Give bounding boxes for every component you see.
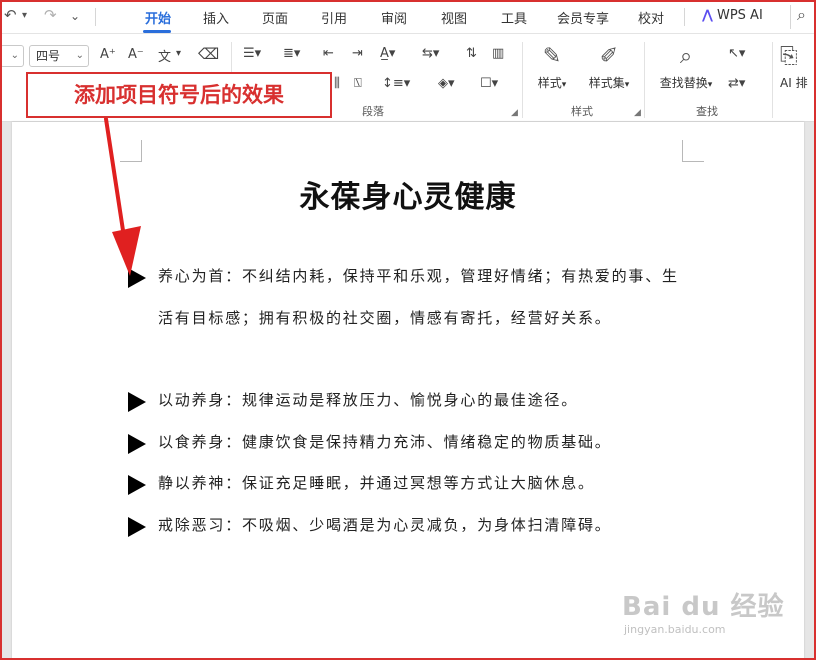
document-workspace: 永葆身心灵健康 养心为首：不纠结内耗，保持平和乐观，管理好情绪；有热爱的事、生活…: [0, 122, 816, 660]
chevron-down-icon: ⌄: [10, 50, 19, 61]
bullet-triangle-icon: [128, 475, 146, 495]
ai-layout-button[interactable]: ⎘ AI 排: [780, 44, 816, 91]
undo-dropdown-icon[interactable]: ▾: [22, 10, 27, 21]
watermark-brand: Bai du 经验: [622, 592, 785, 622]
tab-references[interactable]: 引用: [321, 8, 347, 27]
tab-insert[interactable]: 插入: [203, 8, 229, 27]
style-set-icon: ✐: [599, 44, 619, 69]
divider: [644, 42, 645, 118]
tab-review[interactable]: 审阅: [381, 8, 407, 27]
sort-icon[interactable]: ⇅: [466, 46, 477, 61]
watermark-url: jingyan.baidu.com: [624, 623, 726, 636]
style-set-button[interactable]: ✐ 样式集▾: [583, 44, 635, 91]
redo-icon[interactable]: ↷: [44, 6, 57, 24]
ai-doc-icon: ⎘: [780, 44, 798, 69]
search-icon[interactable]: ⌕: [790, 5, 816, 29]
grow-font-icon[interactable]: A⁺: [100, 47, 116, 62]
tab-proofread[interactable]: 校对: [638, 8, 664, 27]
decrease-indent-icon[interactable]: ⇤: [323, 46, 334, 61]
shrink-font-icon[interactable]: A⁻: [128, 47, 144, 62]
list-item[interactable]: 以食养身：健康饮食是保持精力充沛、情绪稳定的物质基础。: [128, 432, 688, 464]
style-group-label: 样式: [571, 105, 593, 118]
list-item[interactable]: 静以养神：保证充足睡眠，并通过冥想等方式让大脑休息。: [128, 473, 688, 505]
font-size-value: 四号: [36, 49, 61, 63]
tab-tools[interactable]: 工具: [501, 8, 527, 27]
line-spacing-icon[interactable]: ↕≡▾: [382, 76, 410, 91]
list-item-text: 戒除恶习：不吸烟、少喝酒是为心灵减负，为身体扫清障碍。: [158, 516, 612, 534]
quick-access-more-icon[interactable]: ⌄: [70, 9, 80, 23]
bullet-triangle-icon: [128, 517, 146, 537]
list-item-text: 以食养身：健康饮食是保持精力充沛、情绪稳定的物质基础。: [158, 433, 612, 451]
find-group-label: 查找: [696, 105, 718, 118]
list-item[interactable]: 以动养身：规律运动是释放压力、愉悦身心的最佳途径。: [128, 390, 688, 422]
column-icon[interactable]: ▥: [492, 46, 504, 61]
pinyin-guide-icon[interactable]: 文: [158, 46, 171, 65]
margin-corner-mark: [120, 140, 142, 162]
divider: [684, 8, 685, 26]
document-title[interactable]: 永葆身心灵健康: [12, 172, 804, 216]
paragraph-spacing-icon[interactable]: ⍂: [354, 76, 362, 91]
paragraph-group-label: 段落: [362, 105, 384, 118]
increase-indent-icon[interactable]: ⇥: [352, 46, 363, 61]
magnifier-icon: ⌕: [679, 44, 693, 69]
tab-home[interactable]: 开始: [145, 8, 171, 27]
margin-corner-mark: [682, 140, 704, 162]
watermark: Bai du 经验 jingyan.baidu.com: [622, 586, 785, 636]
list-item[interactable]: 养心为首：不纠结内耗，保持平和乐观，管理好情绪；有热爱的事、生活有目标感；拥有积…: [128, 266, 688, 339]
divider: [522, 42, 523, 118]
bullet-triangle-icon: [128, 392, 146, 412]
divider: [95, 8, 96, 26]
divider: [772, 42, 773, 118]
style-dialog-icon[interactable]: ◢: [634, 108, 641, 118]
tab-member[interactable]: 会员专享: [557, 8, 609, 27]
font-size-combo[interactable]: 四号 ⌄: [29, 45, 89, 67]
bullet-triangle-icon: [128, 268, 146, 288]
wps-ai-label: WPS AI: [716, 8, 763, 23]
list-item-text: 以动养身：规律运动是释放压力、愉悦身心的最佳途径。: [158, 391, 579, 409]
paragraph-dialog-icon[interactable]: ◢: [511, 108, 518, 118]
select-cursor-icon[interactable]: ↖▾: [728, 46, 745, 61]
menu-bar: ↶ ▾ ↷ ⌄ 开始 插入 页面 引用 审阅 视图 工具 会员专享 校对 ⋀ WP…: [0, 0, 816, 34]
wps-ai-button[interactable]: ⋀ WPS AI: [702, 8, 763, 23]
tab-view[interactable]: 视图: [441, 8, 467, 27]
undo-icon[interactable]: ↶: [4, 6, 17, 24]
list-item-text: 静以养神：保证充足睡眠，并通过冥想等方式让大脑休息。: [158, 474, 595, 492]
bullet-list-icon[interactable]: ☰▾: [243, 46, 261, 61]
ai-layout-label: AI 排: [780, 76, 808, 90]
styles-button[interactable]: ✎ 样式▾: [532, 44, 572, 91]
active-tab-indicator: [143, 30, 171, 33]
find-replace-button[interactable]: ⌕ 查找替换▾: [655, 44, 717, 91]
list-item[interactable]: 戒除恶习：不吸烟、少喝酒是为心灵减负，为身体扫清障碍。: [128, 515, 688, 547]
list-item-text: 养心为首：不纠结内耗，保持平和乐观，管理好情绪；有热爱的事、生活有目标感；拥有积…: [158, 267, 679, 327]
shading-icon[interactable]: ◈▾: [438, 76, 455, 91]
chevron-down-icon[interactable]: ▾: [176, 48, 181, 59]
styles-button-label: 样式: [537, 76, 562, 90]
align-distributed-icon[interactable]: ⫼: [334, 76, 340, 91]
chevron-down-icon: ⌄: [75, 50, 84, 61]
wps-ai-logo-icon: ⋀: [702, 8, 713, 23]
tab-page[interactable]: 页面: [262, 8, 288, 27]
style-pen-icon: ✎: [542, 44, 562, 69]
document-page[interactable]: 永葆身心灵健康 养心为首：不纠结内耗，保持平和乐观，管理好情绪；有热爱的事、生活…: [12, 122, 804, 660]
line-break-icon[interactable]: ⇆▾: [422, 46, 439, 61]
text-direction-icon[interactable]: A̲▾: [380, 46, 395, 61]
clear-format-icon[interactable]: ⌫: [198, 45, 219, 63]
replace-arrows-icon[interactable]: ⇄▾: [728, 76, 745, 91]
font-name-combo[interactable]: ⌄: [0, 45, 24, 67]
find-replace-label: 查找替换: [659, 76, 708, 90]
bullet-triangle-icon: [128, 434, 146, 454]
border-icon[interactable]: ☐▾: [480, 76, 498, 91]
style-set-button-label: 样式集: [588, 76, 625, 90]
annotation-callout: 添加项目符号后的效果: [26, 72, 332, 118]
numbered-list-icon[interactable]: ≣▾: [283, 46, 300, 61]
